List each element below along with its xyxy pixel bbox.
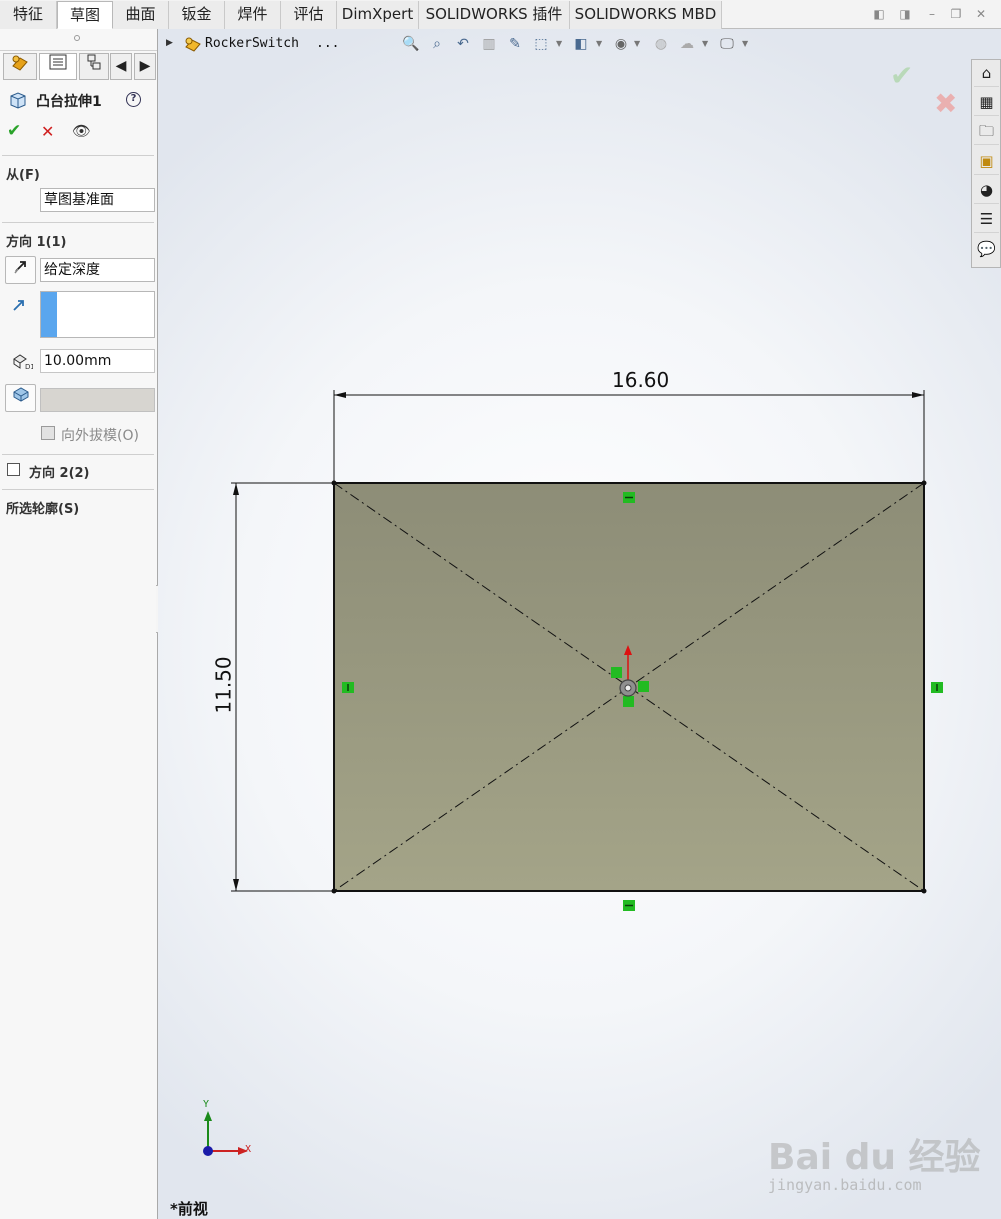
draft-outward-checkbox	[41, 426, 55, 440]
sketch-point[interactable]	[921, 480, 927, 486]
boss-extrude-icon	[10, 92, 26, 109]
graphics-area[interactable]: ▶ RockerSwitch ... 🔍 ⌕ ↶ ▥ ✎ ⬚ ▼ ◧ ▼ ◉ ▼…	[158, 29, 1001, 1219]
depth-icon: D1	[13, 354, 33, 371]
depth-input[interactable]: 10.00mm	[40, 349, 155, 373]
tab-dimxpert[interactable]: DimXpert	[337, 1, 419, 29]
view-name-label: *前视	[170, 1200, 208, 1218]
feature-manager-tab[interactable]	[3, 53, 37, 80]
origin-center	[624, 684, 632, 692]
end-condition-select[interactable]: 给定深度	[40, 258, 155, 282]
appearances-icon[interactable]: ◕	[974, 177, 999, 204]
reverse-direction-icon	[13, 261, 26, 274]
custom-properties-icon[interactable]: ☰	[974, 206, 999, 233]
divider	[2, 222, 154, 223]
property-list-icon	[49, 54, 67, 70]
divider	[2, 489, 154, 490]
tab-solidworks-addins[interactable]: SOLIDWORKS 插件	[419, 1, 570, 29]
sketch-point[interactable]	[921, 888, 927, 894]
close-icon[interactable]: ✕	[974, 7, 988, 21]
height-dimension-label[interactable]: 11.50	[212, 656, 236, 713]
panel-right-icon[interactable]: ◨	[898, 7, 912, 21]
tab-features[interactable]: 特征	[0, 1, 57, 29]
triad-y-arrow	[204, 1111, 212, 1121]
detailed-preview-button[interactable]: 👁	[72, 122, 91, 140]
tab-scroll-right-icon[interactable]: ▶	[134, 53, 156, 80]
direction-reference-listbox[interactable]	[40, 291, 155, 338]
watermark-logo: Bai du 经验	[768, 1137, 981, 1178]
tab-evaluate[interactable]: 评估	[281, 1, 337, 29]
triad-x-label: X	[245, 1144, 252, 1155]
selection-active-bar	[41, 292, 57, 337]
file-explorer-icon[interactable]: 🗀	[974, 118, 999, 145]
config-manager-tab[interactable]	[79, 53, 109, 80]
ok-button[interactable]: ✔	[7, 121, 21, 141]
tab-surfaces[interactable]: 曲面	[113, 1, 169, 29]
divider	[2, 454, 154, 455]
draft-toggle-button[interactable]	[5, 384, 36, 412]
direction2-section-title[interactable]: 方向 2(2)	[29, 462, 90, 481]
direction1-section-title[interactable]: 方向 1(1)	[6, 231, 67, 250]
tab-sheet-metal[interactable]: 钣金	[169, 1, 225, 29]
triad-y-label: Y	[203, 1099, 210, 1110]
sketch-point[interactable]	[331, 888, 337, 894]
sketch-canvas[interactable]	[158, 29, 1001, 1219]
view-palette-icon[interactable]: ▣	[974, 148, 999, 175]
triad-origin	[203, 1146, 213, 1156]
selected-contours-section-title[interactable]: 所选轮廓(S)	[6, 498, 79, 517]
task-pane-tabs: ⌂ ▦ 🗀 ▣ ◕ ☰ 💬	[971, 59, 1001, 268]
horizontal-relation-icon[interactable]	[623, 492, 635, 503]
dimension-arrow	[233, 483, 239, 495]
home-icon[interactable]: ⌂	[974, 60, 999, 87]
direction2-checkbox[interactable]	[7, 463, 20, 476]
draft-outward-label: 向外拔模(O)	[61, 428, 139, 444]
draft-icon	[13, 387, 28, 402]
direction-vector-icon	[13, 300, 24, 311]
design-library-icon[interactable]: ▦	[974, 89, 999, 116]
minimize-icon[interactable]: –	[925, 7, 939, 21]
command-manager-tabs: 特征 草图 曲面 钣金 焊件 评估 DimXpert SOLIDWORKS 插件…	[0, 0, 1001, 29]
help-icon[interactable]: ?	[126, 92, 141, 107]
tab-solidworks-mbd[interactable]: SOLIDWORKS MBD	[570, 1, 722, 29]
panel-grip[interactable]	[0, 29, 157, 51]
property-manager-tab[interactable]	[39, 53, 77, 80]
reverse-direction-button[interactable]	[5, 256, 36, 284]
tab-weldments[interactable]: 焊件	[225, 1, 281, 29]
sketch-point[interactable]	[331, 480, 337, 486]
draft-angle-input	[40, 388, 155, 412]
width-dimension-label[interactable]: 16.60	[612, 368, 669, 392]
cancel-button[interactable]: ✕	[41, 122, 54, 141]
svg-text:D1: D1	[25, 363, 33, 371]
dimension-arrow	[912, 392, 924, 398]
from-section-title[interactable]: 从(F)	[6, 164, 40, 183]
feature-title: 凸台拉伸1	[36, 94, 102, 110]
divider	[2, 155, 154, 156]
dimension-arrow	[233, 879, 239, 891]
start-condition-select[interactable]: 草图基准面	[40, 188, 155, 212]
feature-tree-icon	[12, 55, 28, 71]
watermark-url: jingyan.baidu.com	[768, 1176, 922, 1194]
tab-sketch[interactable]: 草图	[57, 1, 113, 29]
panel-left-icon[interactable]: ◧	[872, 7, 886, 21]
vertical-relation-icon[interactable]	[931, 682, 943, 693]
vertical-relation-icon[interactable]	[342, 682, 354, 693]
property-manager: ◀ ▶ 凸台拉伸1 ? ✔ ✕ 👁 从(F) 草图基准面 方向 1(1) 给定深…	[0, 29, 158, 1219]
restore-icon[interactable]: ❐	[949, 7, 963, 21]
config-icon	[87, 54, 101, 70]
tab-scroll-left-icon[interactable]: ◀	[110, 53, 132, 80]
forum-icon[interactable]: 💬	[974, 236, 999, 263]
dimension-arrow	[334, 392, 346, 398]
horizontal-relation-icon[interactable]	[623, 900, 635, 911]
